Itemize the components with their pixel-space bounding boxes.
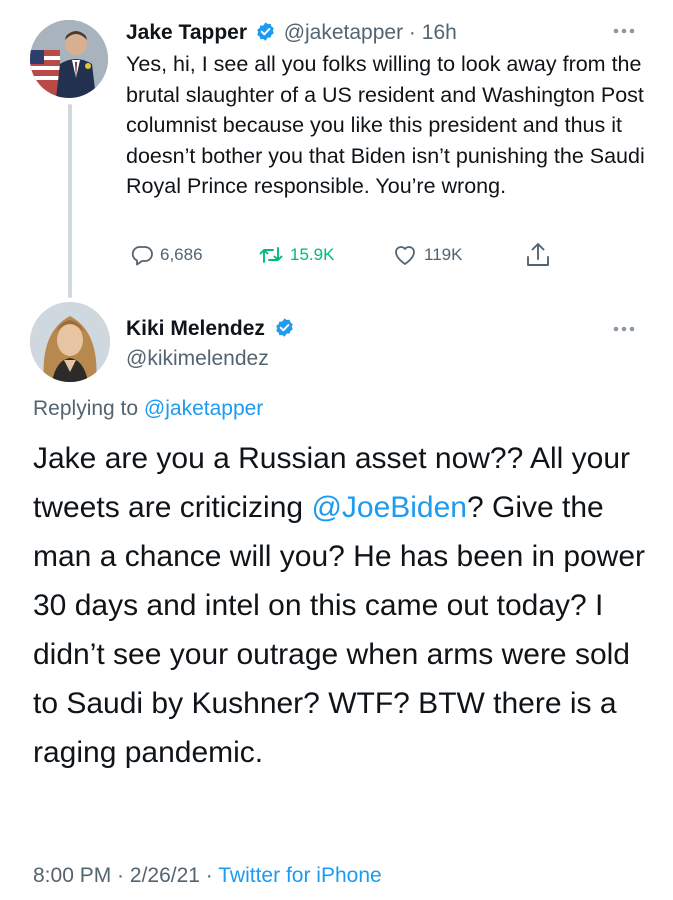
tweet2-author-name[interactable]: Kiki Melendez [126,317,265,340]
dot-separator: · [111,864,130,887]
tweet2-author: Kiki Melendez [126,316,295,342]
retweet-count: 15.9K [290,245,335,264]
tweet1-author-name[interactable]: Jake Tapper [126,21,247,44]
replying-to-link[interactable]: @jaketapper [144,397,263,420]
retweet-icon [259,247,283,263]
jake-tapper-avatar[interactable] [30,20,108,98]
tweet1-text: Yes, hi, I see all you folks willing to … [126,52,645,198]
tweet1-more-button[interactable] [611,20,637,47]
tweet1-handle[interactable]: @jaketapper [284,21,403,44]
tweet2-more-button[interactable] [611,318,637,345]
like-button[interactable]: 119K [392,241,462,269]
verified-badge-icon [275,318,293,337]
reply-icon [131,246,153,266]
reply-button[interactable]: 6,686 [130,241,203,269]
like-count: 119K [424,245,463,264]
dot-separator: · [199,864,219,887]
dot-separator: · [403,21,422,44]
like-icon [395,246,415,265]
tweet1-header: Jake Tapper @jaketapper · 16h [126,20,457,46]
more-icon [613,326,635,332]
share-icon [527,243,549,266]
tweet2-time[interactable]: 8:00 PM [33,864,111,887]
more-icon [613,28,635,34]
reply-count: 6,686 [160,245,203,264]
tweet2-source[interactable]: Twitter for iPhone [218,864,381,887]
thread-connector [68,104,72,298]
tweet2-text-part2: ? Give the man a chance will you? He has… [33,491,646,769]
tweet2-date[interactable]: 2/26/21 [130,864,200,887]
tweet2-handle[interactable]: @kikimelendez [126,346,269,372]
tweet2-text: Jake are you a Russian asset now?? All y… [33,434,653,777]
share-button[interactable] [525,241,551,269]
kiki-melendez-avatar[interactable] [30,302,110,382]
verified-badge-icon [257,22,274,41]
tweet2-meta: 8:00 PM · 2/26/21 · Twitter for iPhone [33,863,382,889]
tweet1-time[interactable]: 16h [422,21,457,44]
retweet-button[interactable]: 15.9K [258,241,334,269]
mention-link[interactable]: @JoeBiden [311,491,467,524]
replying-prefix: Replying to [33,397,144,420]
replying-to: Replying to @jaketapper [33,396,263,422]
